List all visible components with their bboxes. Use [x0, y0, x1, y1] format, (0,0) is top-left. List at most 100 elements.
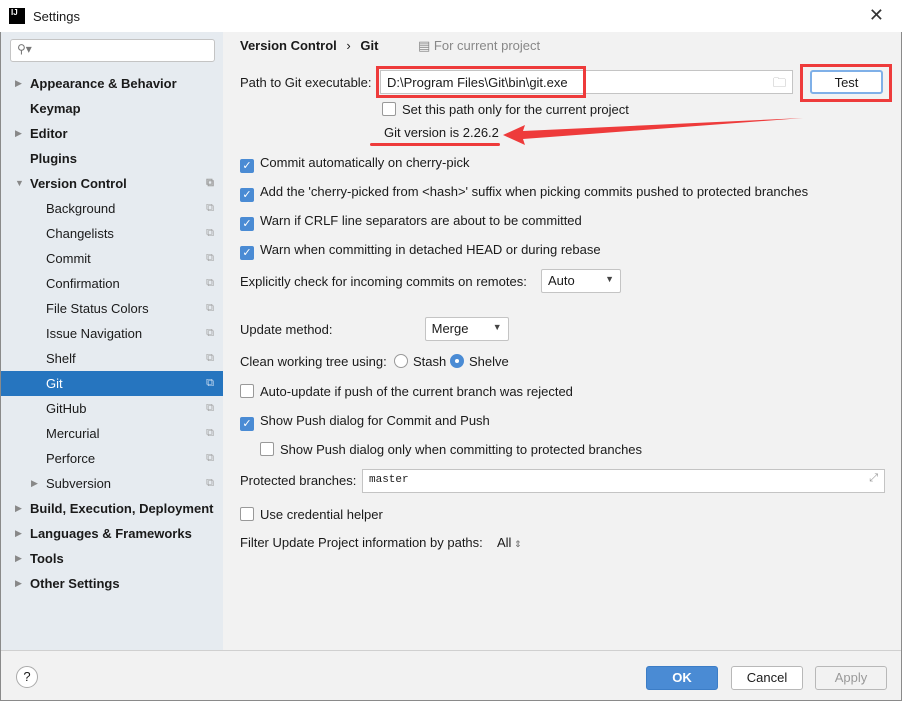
git-settings-panel: Version Control › Git ▤ For current proj…: [223, 32, 901, 650]
project-scope-icon: ⧉: [206, 202, 214, 214]
scope-label: ▤ For current project: [418, 38, 541, 53]
chevron-down-icon[interactable]: ▼: [15, 171, 24, 196]
sidebar-item-keymap[interactable]: Keymap: [1, 96, 223, 121]
project-scope-icon: ⧉: [206, 452, 214, 464]
sidebar-item-label: Shelf: [46, 351, 76, 366]
clean-tree-label: Clean working tree using:: [240, 354, 387, 369]
sidebar-item-label: File Status Colors: [46, 301, 149, 316]
sidebar-item-issue-navigation[interactable]: Issue Navigation ⧉: [1, 321, 223, 346]
chevron-right-icon[interactable]: ▶: [31, 471, 38, 496]
annotation-box: [376, 66, 586, 98]
expand-icon[interactable]: ⤢: [869, 473, 878, 485]
sidebar-item-shelf[interactable]: Shelf ⧉: [1, 346, 223, 371]
sidebar-item-languages-frameworks[interactable]: ▶ Languages & Frameworks: [1, 521, 223, 546]
filter-select[interactable]: All ⇕: [497, 535, 522, 550]
cancel-button[interactable]: Cancel: [731, 666, 803, 690]
update-method-select[interactable]: Merge ▼: [424, 317, 509, 341]
warn-detached-checkbox[interactable]: ✓ Warn when committing in detached HEAD o…: [240, 242, 601, 260]
chevron-right-icon[interactable]: ▶: [15, 71, 22, 96]
sidebar-item-label: Subversion: [46, 476, 112, 491]
search-input[interactable]: ⚲▾: [10, 39, 215, 62]
sidebar-item-changelists[interactable]: Changelists ⧉: [1, 221, 223, 246]
project-scope-icon: ⧉: [206, 477, 214, 489]
show-push-checkbox[interactable]: ✓ Show Push dialog for Commit and Push: [240, 413, 490, 431]
sidebar-item-label: Languages & Frameworks: [30, 526, 192, 541]
show-push-protected-checkbox[interactable]: Show Push dialog only when committing to…: [260, 442, 642, 457]
sidebar-item-appearance-behavior[interactable]: ▶ Appearance & Behavior: [1, 71, 223, 96]
project-scope-icon: ⧉: [206, 327, 214, 339]
stash-radio[interactable]: Stash: [388, 354, 446, 369]
sidebar-item-label: Version Control: [30, 176, 127, 191]
incoming-label: Explicitly check for incoming commits on…: [240, 274, 527, 289]
sidebar-item-perforce[interactable]: Perforce ⧉: [1, 446, 223, 471]
breadcrumb: Version Control › Git: [240, 38, 378, 53]
project-scope-icon: ⧉: [206, 352, 214, 364]
sidebar-item-editor[interactable]: ▶ Editor: [1, 121, 223, 146]
project-scope-icon: ⧉: [206, 177, 214, 189]
sidebar-item-label: Commit: [46, 251, 91, 266]
chevron-right-icon[interactable]: ▶: [15, 496, 22, 521]
auto-update-checkbox[interactable]: Auto-update if push of the current branc…: [240, 384, 573, 399]
update-method-label: Update method:: [240, 322, 333, 337]
breadcrumb-parent[interactable]: Version Control: [240, 38, 337, 53]
project-scope-icon: ⧉: [206, 252, 214, 264]
path-label: Path to Git executable:: [240, 75, 372, 90]
search-icon: ⚲▾: [17, 42, 32, 56]
chevron-down-icon: ▼: [492, 322, 502, 332]
sidebar-item-build-execution-deployment[interactable]: ▶ Build, Execution, Deployment: [1, 496, 223, 521]
sidebar-item-subversion[interactable]: ▶ Subversion ⧉: [1, 471, 223, 496]
sidebar-item-label: Background: [46, 201, 116, 216]
sidebar-item-mercurial[interactable]: Mercurial ⧉: [1, 421, 223, 446]
sidebar-item-github[interactable]: GitHub ⧉: [1, 396, 223, 421]
sidebar-item-commit[interactable]: Commit ⧉: [1, 246, 223, 271]
chevron-right-icon[interactable]: ▶: [15, 521, 22, 546]
sidebar-item-confirmation[interactable]: Confirmation ⧉: [1, 271, 223, 296]
sidebar-item-git[interactable]: Git ⧉: [1, 371, 223, 396]
chevron-right-icon[interactable]: ▶: [15, 546, 22, 571]
sidebar-item-label: Mercurial: [46, 426, 100, 441]
sidebar-item-background[interactable]: Background ⧉: [1, 196, 223, 221]
chevron-right-icon[interactable]: ▶: [15, 121, 22, 146]
chevron-right-icon[interactable]: ▶: [15, 571, 22, 596]
sidebar-item-plugins[interactable]: Plugins: [1, 146, 223, 171]
sidebar-item-label: Editor: [30, 126, 68, 141]
sidebar-item-label: Appearance & Behavior: [30, 76, 177, 91]
folder-icon[interactable]: 🗀: [773, 74, 786, 96]
sidebar-item-label: GitHub: [46, 401, 87, 416]
sidebar-item-label: Other Settings: [30, 576, 120, 591]
close-icon[interactable]: ✕: [869, 5, 884, 26]
sidebar-item-other-settings[interactable]: ▶ Other Settings: [1, 571, 223, 596]
sidebar-item-label: Keymap: [30, 101, 81, 116]
window-title: Settings: [33, 8, 80, 24]
protected-branches-input[interactable]: master ⤢: [362, 469, 885, 493]
dialog-footer: ? OK Cancel Apply: [1, 650, 901, 700]
app-logo-icon: IJ: [9, 8, 25, 24]
incoming-select[interactable]: Auto ▼: [541, 269, 621, 293]
cherry-suffix-checkbox[interactable]: ✓ Add the 'cherry-picked from <hash>' suf…: [240, 184, 808, 202]
project-scope-icon: ⧉: [206, 277, 214, 289]
sidebar-item-label: Confirmation: [46, 276, 120, 291]
sidebar-item-label: Tools: [30, 551, 64, 566]
sidebar-item-label: Changelists: [46, 226, 114, 241]
sidebar-item-label: Plugins: [30, 151, 77, 166]
title-bar: IJ Settings ✕: [0, 0, 902, 32]
cherry-pick-checkbox[interactable]: ✓ Commit automatically on cherry-pick: [240, 155, 470, 173]
shelve-radio[interactable]: Shelve: [444, 354, 509, 369]
sidebar-item-label: Git: [46, 376, 63, 391]
sidebar-item-tools[interactable]: ▶ Tools: [1, 546, 223, 571]
annotation-box: [800, 64, 892, 102]
chevron-down-icon: ▼: [605, 274, 614, 284]
git-version-text: Git version is 2.26.2: [384, 125, 499, 140]
set-path-only-checkbox[interactable]: Set this path only for the current proje…: [382, 102, 629, 117]
sidebar-item-version-control[interactable]: ▼ Version Control ⧉: [1, 171, 223, 196]
ok-button[interactable]: OK: [646, 666, 718, 690]
apply-button[interactable]: Apply: [815, 666, 887, 690]
help-button[interactable]: ?: [16, 666, 38, 688]
protected-branches-label: Protected branches:: [240, 473, 357, 488]
warn-crlf-checkbox[interactable]: ✓ Warn if CRLF line separators are about …: [240, 213, 582, 231]
project-scope-icon: ⧉: [206, 227, 214, 239]
credential-helper-checkbox[interactable]: Use credential helper: [240, 507, 383, 522]
annotation-underline: [370, 143, 500, 146]
sidebar-item-label: Build, Execution, Deployment: [30, 501, 214, 516]
sidebar-item-file-status-colors[interactable]: File Status Colors ⧉: [1, 296, 223, 321]
